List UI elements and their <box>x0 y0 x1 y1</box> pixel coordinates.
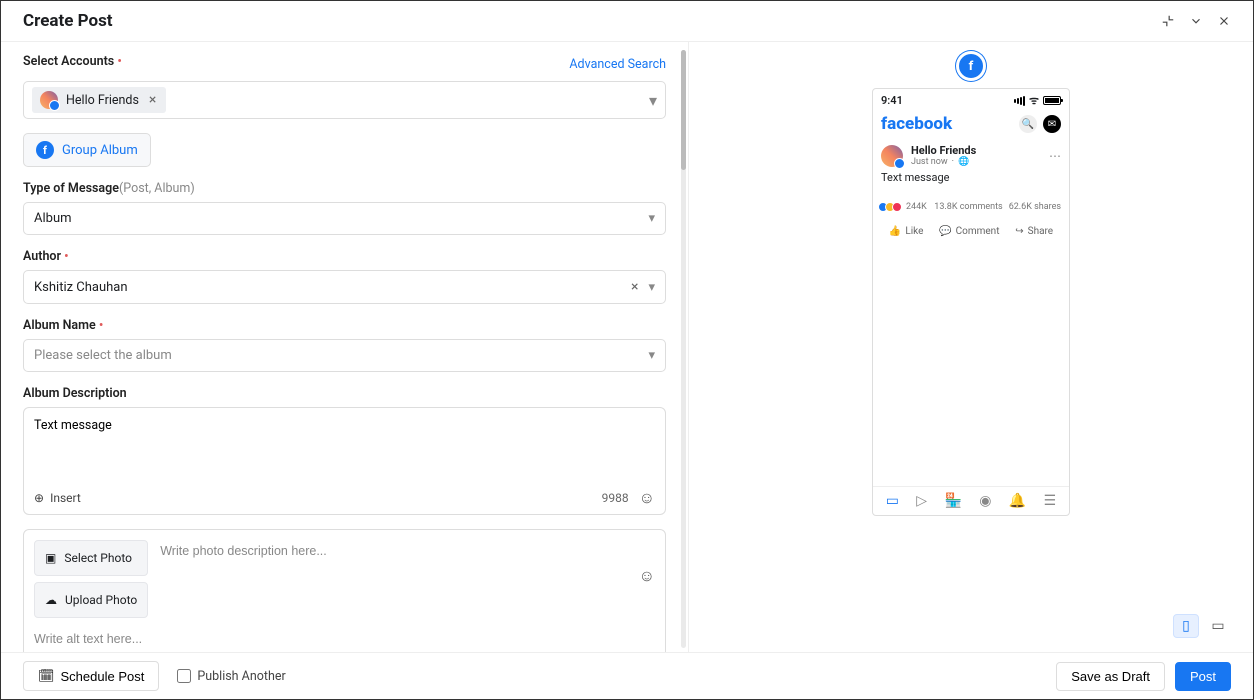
album-description-label: Album Description <box>23 386 666 401</box>
cloud-upload-icon: ☁ <box>45 593 57 607</box>
upload-photo-label: Upload Photo <box>65 593 137 607</box>
message-type-label: Type of Message <box>23 181 119 196</box>
collapse-icon[interactable] <box>1189 14 1203 28</box>
close-icon[interactable] <box>1217 14 1231 28</box>
calendar-icon: 🗓 <box>38 668 55 684</box>
account-chip-label: Hello Friends <box>66 93 139 108</box>
comment-action: 💬Comment <box>939 226 999 237</box>
post-button[interactable]: Post <box>1175 662 1231 691</box>
photo-description-input[interactable] <box>160 542 655 560</box>
bell-tab-icon: 🔔 <box>1009 493 1026 509</box>
author-value: Kshitiz Chauhan <box>34 280 128 295</box>
emoji-icon[interactable]: ☺ <box>639 488 655 508</box>
chevron-down-icon: ▾ <box>648 348 655 363</box>
watch-tab-icon: ▷ <box>916 493 927 509</box>
insert-button[interactable]: ⊕ Insert <box>34 491 81 505</box>
author-select[interactable]: Kshitiz Chauhan × ▾ <box>23 270 666 304</box>
preview-posted-time: Just now <box>911 157 948 167</box>
remove-chip-icon[interactable]: × <box>147 92 158 108</box>
album-name-label: Album Name <box>23 318 96 333</box>
comments-count: 13.8K comments <box>934 202 1002 212</box>
market-tab-icon: 🏪 <box>944 493 961 509</box>
chevron-down-icon: ▾ <box>648 211 655 226</box>
avatar-icon <box>40 91 58 109</box>
battery-icon <box>1043 96 1061 105</box>
minimize-icon[interactable] <box>1161 14 1175 28</box>
schedule-post-label: Schedule Post <box>61 669 145 684</box>
desktop-toggle[interactable]: ▭ <box>1205 614 1231 638</box>
home-tab-icon: ▭ <box>886 493 899 509</box>
publish-another-label: Publish Another <box>197 669 285 684</box>
globe-icon: 🌐 <box>958 157 969 167</box>
account-chip[interactable]: Hello Friends × <box>32 87 166 113</box>
facebook-icon: f <box>36 141 54 159</box>
search-icon: 🔍 <box>1019 115 1037 133</box>
plus-icon: ⊕ <box>34 491 44 505</box>
modal-title: Create Post <box>23 11 113 31</box>
message-type-select[interactable]: Album ▾ <box>23 202 666 235</box>
facebook-logo: facebook <box>881 114 952 134</box>
alt-text-input[interactable] <box>34 630 655 648</box>
comment-icon: 💬 <box>939 226 951 237</box>
emoji-icon[interactable]: ☺ <box>639 566 655 586</box>
upload-photo-button[interactable]: ☁ Upload Photo <box>34 582 148 618</box>
avatar-icon <box>881 145 903 167</box>
publish-another-input[interactable] <box>177 669 191 683</box>
more-icon: ⋯ <box>1049 149 1061 163</box>
advanced-search-link[interactable]: Advanced Search <box>569 57 666 72</box>
signal-icon <box>1014 96 1025 106</box>
like-action: 👍Like <box>889 226 924 237</box>
save-draft-button[interactable]: Save as Draft <box>1056 662 1165 691</box>
album-name-placeholder: Please select the album <box>34 348 172 363</box>
select-photo-label: Select Photo <box>64 551 132 565</box>
accounts-select[interactable]: Hello Friends × ▾ <box>23 81 666 119</box>
accounts-label: Select Accounts <box>23 54 114 69</box>
reactions-icons <box>881 202 902 212</box>
album-name-select[interactable]: Please select the album ▾ <box>23 339 666 372</box>
like-icon: 👍 <box>889 226 901 237</box>
mobile-preview: 9:41 ᯤ facebook 🔍 ✉ <box>872 88 1070 516</box>
shares-count: 62.6K shares <box>1009 202 1061 212</box>
groups-tab-icon: ◉ <box>979 493 991 509</box>
reaction-count: 244K <box>906 202 927 212</box>
menu-tab-icon: ☰ <box>1044 493 1057 509</box>
preview-time: 9:41 <box>881 94 903 107</box>
message-type-value: Album <box>34 211 72 226</box>
preview-post-text: Text message <box>881 171 1061 190</box>
share-action: ↪Share <box>1015 226 1053 237</box>
photo-icon: ▣ <box>45 551 56 565</box>
mobile-toggle[interactable]: ▯ <box>1173 614 1199 638</box>
publish-another-checkbox[interactable]: Publish Another <box>177 669 285 684</box>
preview-account-name: Hello Friends <box>911 144 976 157</box>
album-description-input[interactable] <box>34 418 655 478</box>
select-photo-button[interactable]: ▣ Select Photo <box>34 540 148 576</box>
insert-label: Insert <box>50 491 81 505</box>
group-album-label: Group Album <box>62 143 138 158</box>
char-counter: 9988 <box>602 491 629 505</box>
messenger-icon: ✉ <box>1043 115 1061 133</box>
wifi-icon: ᯤ <box>1029 93 1039 108</box>
message-type-hint: (Post, Album) <box>119 181 195 196</box>
chevron-down-icon[interactable]: ▾ <box>649 91 657 110</box>
clear-author-icon[interactable]: × <box>629 279 640 295</box>
chevron-down-icon: ▾ <box>648 280 655 295</box>
facebook-icon: f <box>959 54 983 78</box>
author-label: Author <box>23 249 61 264</box>
group-album-button[interactable]: f Group Album <box>23 133 151 167</box>
schedule-post-button[interactable]: 🗓 Schedule Post <box>23 661 159 691</box>
share-icon: ↪ <box>1015 226 1023 237</box>
